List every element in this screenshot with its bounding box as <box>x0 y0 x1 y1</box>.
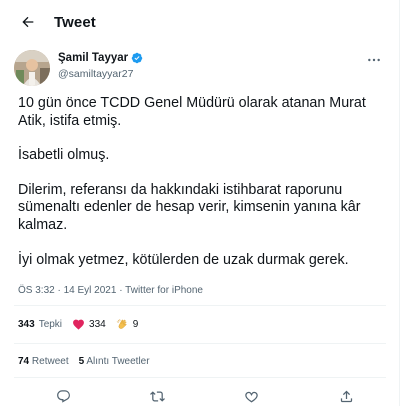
author-handle[interactable]: @samiltayyar27 <box>58 68 133 80</box>
arrow-left-icon <box>22 16 34 28</box>
reaction-heart-count: 334 <box>89 319 106 330</box>
verified-badge-icon <box>131 52 143 64</box>
quotes-count: 5 <box>78 356 85 367</box>
retweet-button[interactable] <box>149 388 165 404</box>
reactions-total-label: Tepki <box>38 319 63 330</box>
tweet-date[interactable]: 14 Eyl 2021 <box>64 285 117 296</box>
meta-separator: · <box>119 285 123 296</box>
tweet-meta: ÖS 3:32 · 14 Eyl 2021 · Twitter for iPho… <box>18 285 203 296</box>
author-name[interactable]: Şamil Tayyar <box>58 52 128 64</box>
divider <box>14 305 386 306</box>
reaction-heart[interactable]: 334 <box>72 318 106 331</box>
share-button[interactable] <box>338 388 354 404</box>
reaction-clap-count: 9 <box>132 319 139 330</box>
heart-icon <box>73 319 84 330</box>
more-options-button[interactable] <box>364 52 384 68</box>
tweet-source[interactable]: Twitter for iPhone <box>125 285 203 296</box>
more-dots-icon <box>368 58 380 62</box>
page-title: Tweet <box>54 14 96 31</box>
quotes-label: Alıntı Tweetler <box>86 356 150 367</box>
like-button[interactable] <box>243 388 259 404</box>
retweets-count: 74 <box>18 356 30 367</box>
engagement-counts: 74 Retweet 5 Alıntı Tweetler <box>18 356 160 367</box>
avatar[interactable] <box>14 50 50 86</box>
retweet-icon <box>149 390 165 402</box>
avatar-image <box>14 50 50 86</box>
reaction-clap[interactable]: 9 <box>116 318 139 331</box>
quotes-link[interactable]: 5 Alıntı Tweetler <box>79 356 150 367</box>
divider <box>14 343 386 344</box>
tweet-paragraph: İyi olmak yetmez, kötülerden de uzak dur… <box>18 251 349 268</box>
tweet-time[interactable]: ÖS 3:32 <box>18 285 55 296</box>
reply-button[interactable] <box>55 388 71 404</box>
reactions-total-count: 343 <box>18 319 35 330</box>
like-icon <box>244 391 258 402</box>
reactions-row[interactable]: 343 Tepki 334 9 <box>18 318 138 331</box>
meta-separator: · <box>57 285 61 296</box>
tweet-page: Tweet Şamil Tayyar @samiltayyar27 10 gün… <box>0 0 400 406</box>
action-bar <box>14 384 386 406</box>
clap-icon <box>116 319 127 329</box>
divider <box>14 377 386 378</box>
header: Tweet <box>0 0 399 46</box>
tweet-text: 10 gün önce TCDD Genel Müdürü olarak ata… <box>18 95 383 269</box>
retweets-label: Retweet <box>31 356 69 367</box>
share-icon <box>340 390 352 402</box>
tweet-paragraph: Dilerim, referansı da hakkındaki istihba… <box>18 181 361 233</box>
tweet-paragraph: 10 gün önce TCDD Genel Müdürü olarak ata… <box>18 95 366 129</box>
retweets-link[interactable]: 74 Retweet <box>18 356 69 367</box>
tweet-paragraph: İsabetli olmuş. <box>18 147 110 164</box>
tweet-author: Şamil Tayyar @samiltayyar27 <box>14 48 384 88</box>
back-button[interactable] <box>14 8 42 36</box>
reply-icon <box>56 389 70 403</box>
